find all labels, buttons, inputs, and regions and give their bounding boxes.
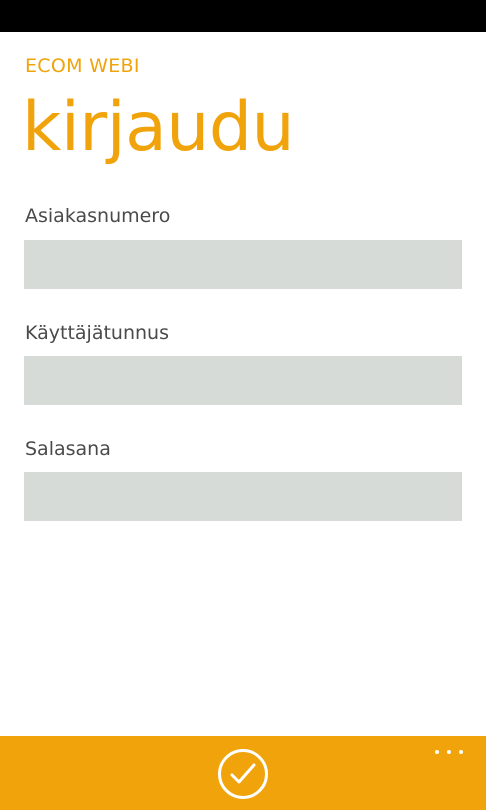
more-ellipsis-icon bbox=[459, 750, 463, 754]
password-input[interactable] bbox=[24, 472, 462, 521]
confirm-button[interactable] bbox=[218, 749, 268, 799]
app-title: ECOM WEBI bbox=[25, 55, 140, 77]
more-ellipsis-icon bbox=[435, 750, 439, 754]
customer-number-label: Asiakasnumero bbox=[25, 205, 171, 227]
page-title: kirjaudu bbox=[22, 88, 295, 167]
status-bar bbox=[0, 0, 486, 32]
app-bar bbox=[0, 736, 486, 810]
check-icon bbox=[230, 763, 256, 784]
more-button[interactable] bbox=[432, 746, 466, 758]
more-ellipsis-icon bbox=[447, 750, 451, 754]
username-label: Käyttäjätunnus bbox=[25, 322, 169, 344]
customer-number-input[interactable] bbox=[24, 240, 462, 289]
password-label: Salasana bbox=[25, 438, 111, 460]
username-input[interactable] bbox=[24, 356, 462, 405]
